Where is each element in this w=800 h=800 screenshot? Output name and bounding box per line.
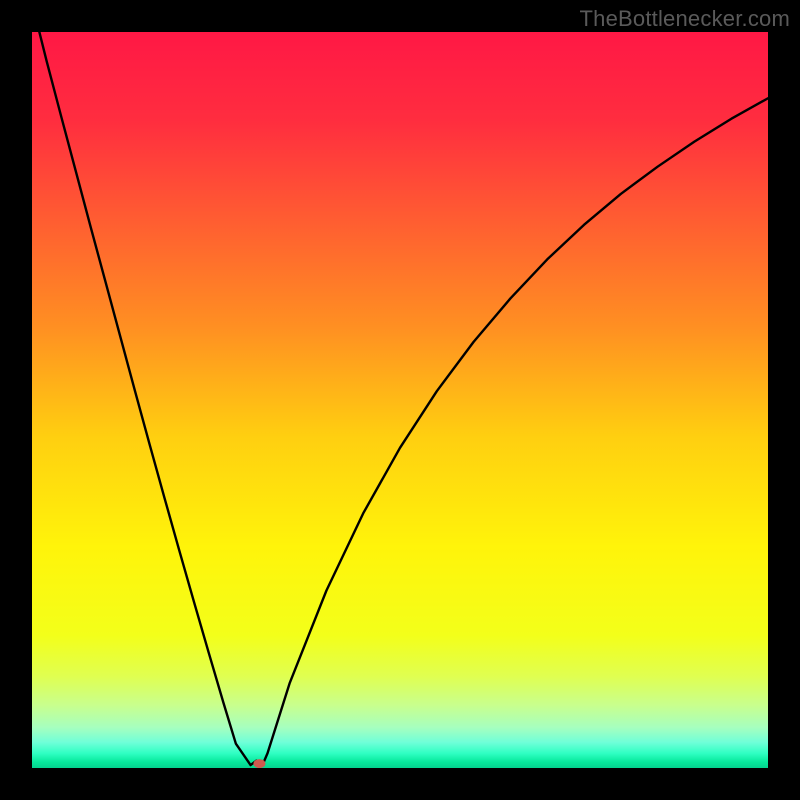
chart-frame: TheBottlenecker.com: [0, 0, 800, 800]
watermark-text: TheBottlenecker.com: [580, 6, 790, 32]
marker-dot: [253, 759, 265, 768]
plot-area: [32, 32, 768, 768]
gradient-background: [32, 32, 768, 768]
chart-svg: [32, 32, 768, 768]
